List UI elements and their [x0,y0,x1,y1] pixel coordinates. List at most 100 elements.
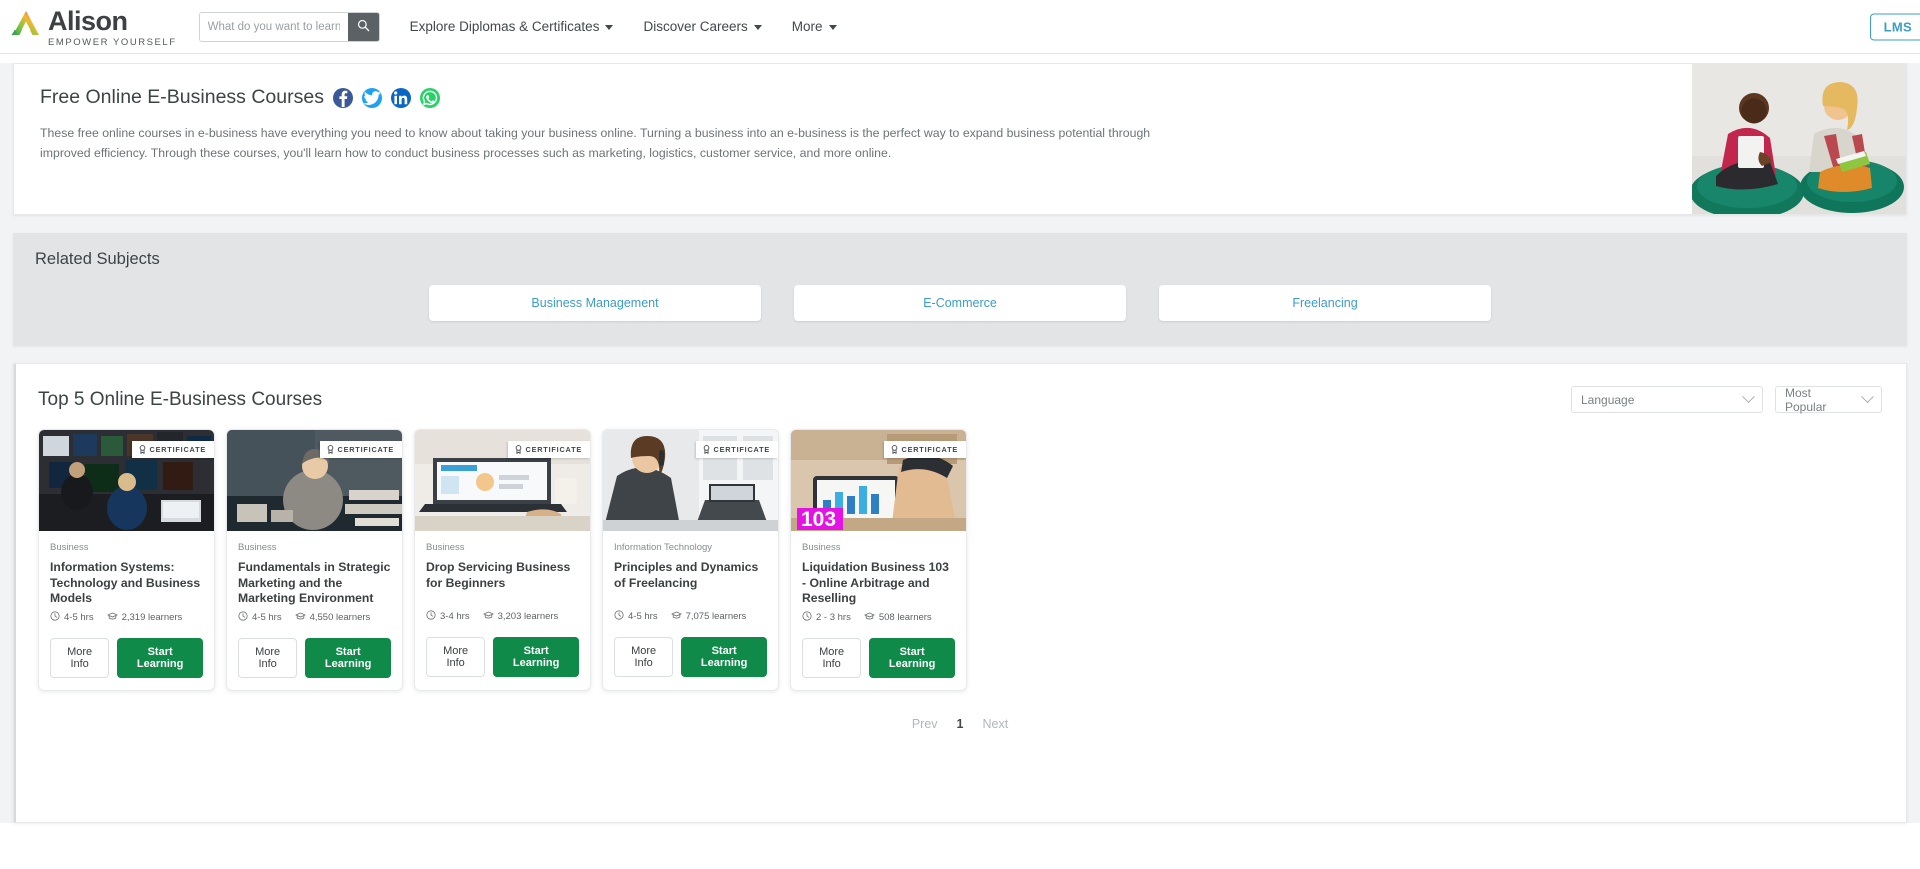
sort-select-value: Most Popular [1785,385,1827,414]
course-actions: More Info Start Learning [238,637,391,678]
start-learning-button[interactable]: Start Learning [305,637,391,678]
certificate-badge-label: CERTIFICATE [149,445,206,454]
course-meta: 4-5 hrs 7,075 learners [614,610,767,623]
pagination-next[interactable]: Next [982,717,1008,731]
course-card-body: Business Drop Servicing Business for Beg… [415,531,590,689]
more-info-button[interactable]: More Info [50,637,110,678]
course-title[interactable]: Principles and Dynamics of Freelancing [614,560,767,606]
course-duration-label: 4-5 hrs [64,611,94,623]
course-card-list: CERTIFICATE Business Information Systems… [38,429,1882,691]
course-title[interactable]: Information Systems: Technology and Busi… [50,560,203,607]
course-duration: 4-5 hrs [238,610,282,624]
course-thumbnail: CERTIFICATE [415,430,590,531]
logo-tagline: EMPOWER YOURSELF [48,36,177,48]
linkedin-icon[interactable] [390,87,411,108]
start-learning-button[interactable]: Start Learning [681,637,767,677]
course-learners-label: 2,319 learners [121,611,183,623]
course-duration: 4-5 hrs [614,610,658,623]
page-title: Free Online E-Business Courses [40,86,324,108]
pagination: Prev 1 Next [38,717,1882,731]
chevron-down-icon [605,25,614,30]
course-card[interactable]: CERTIFICATE Business Drop Servicing Busi… [414,429,591,691]
nav-item-more[interactable]: More [792,19,837,34]
course-card-body: Business Liquidation Business 103 - Onli… [791,531,966,690]
svg-text:103: 103 [801,508,836,531]
search-button[interactable] [347,12,379,41]
hero-title-row: Free Online E-Business Courses [40,86,1880,109]
related-subject-freelancing[interactable]: Freelancing [1159,285,1491,321]
language-select[interactable]: Language [1571,386,1763,413]
chevron-down-icon [753,25,762,30]
course-meta: 4-5 hrs 2,319 learners [50,610,203,624]
whatsapp-icon[interactable] [419,87,440,108]
twitter-icon[interactable] [361,87,382,108]
course-category: Business [238,542,277,553]
clock-icon [802,610,812,624]
lms-button[interactable]: LMS [1869,13,1920,40]
related-subjects-list: Business Management E-Commerce Freelanci… [35,285,1885,321]
course-actions: More Info Start Learning [426,637,579,677]
nav-label: Explore Diplomas & Certificates [409,19,600,34]
start-learning-button[interactable]: Start Learning [117,637,203,678]
course-actions: More Info Start Learning [614,637,767,677]
search-icon [357,19,370,35]
language-select-value: Language [1581,392,1635,407]
clock-icon [238,610,248,624]
panel-left-rail [14,364,16,822]
hero-image [1692,64,1906,214]
course-card[interactable]: CERTIFICATE Business Information Systems… [38,429,215,691]
courses-filters: Language Most Popular [1571,385,1882,414]
course-learners: 2,319 learners [107,611,183,624]
more-info-button[interactable]: More Info [426,637,486,677]
more-info-button[interactable]: More Info [614,637,674,677]
course-title[interactable]: Drop Servicing Business for Beginners [426,560,579,606]
certificate-badge: CERTIFICATE [695,441,778,458]
course-duration-label: 3-4 hrs [440,611,470,622]
course-meta: 2 - 3 hrs 508 learners [802,610,955,624]
course-thumbnail: CERTIFICATE [603,430,778,531]
graduation-cap-icon [671,610,682,623]
courses-panel: Top 5 Online E-Business Courses Language… [13,363,1907,823]
course-title[interactable]: Fundamentals in Strategic Marketing and … [238,560,391,607]
course-card[interactable]: CERTIFICATE Business Fundamentals in Str… [226,429,403,691]
site-logo[interactable]: Alison EMPOWER YOURSELF [10,6,177,48]
course-title[interactable]: Liquidation Business 103 - Online Arbitr… [802,560,955,607]
more-info-button[interactable]: More Info [238,637,298,678]
pagination-page-1[interactable]: 1 [957,717,964,731]
course-duration: 3-4 hrs [426,610,470,623]
course-learners: 508 learners [864,611,932,624]
course-duration-label: 4-5 hrs [252,611,282,623]
search-input[interactable] [199,12,348,41]
nav-item-discover-careers[interactable]: Discover Careers [643,19,762,34]
chevron-down-icon [1742,390,1755,404]
course-thumbnail: CERTIFICATE [39,430,214,531]
search-box[interactable] [198,11,380,42]
course-category: Business [802,542,841,553]
course-actions: More Info Start Learning [802,637,955,678]
related-subject-e-commerce[interactable]: E-Commerce [794,285,1126,321]
logo-wordmark: Alison [48,5,128,36]
certificate-badge-label: CERTIFICATE [901,445,958,454]
course-card-body: Information Technology Principles and Dy… [603,531,778,689]
certificate-icon [327,445,334,454]
course-learners-label: 3,203 learners [497,611,559,622]
sort-select[interactable]: Most Popular [1775,385,1882,414]
course-category: Business [50,542,89,553]
facebook-icon[interactable] [332,87,353,108]
course-thumbnail: 103 CERTIFICATE [791,430,966,531]
pagination-prev[interactable]: Prev [912,717,938,731]
hero-description: These free online courses in e-business … [40,126,1151,160]
start-learning-button[interactable]: Start Learning [493,637,579,677]
clock-icon [50,610,60,624]
related-subject-business-management[interactable]: Business Management [429,285,761,321]
start-learning-button[interactable]: Start Learning [869,637,955,678]
course-card[interactable]: 103 CERTIFICATE Business Liquidation Bus… [790,429,967,691]
nav-item-explore-diplomas[interactable]: Explore Diplomas & Certificates [410,19,614,34]
course-learners: 4,550 learners [295,611,370,624]
more-info-button[interactable]: More Info [802,637,862,678]
course-actions: More Info Start Learning [50,637,203,678]
course-card[interactable]: CERTIFICATE Information Technology Princ… [602,429,779,691]
nav-label: Discover Careers [643,19,748,34]
site-header: Alison EMPOWER YOURSELF Explore Diplomas… [0,0,1920,54]
certificate-badge-label: CERTIFICATE [337,445,394,454]
